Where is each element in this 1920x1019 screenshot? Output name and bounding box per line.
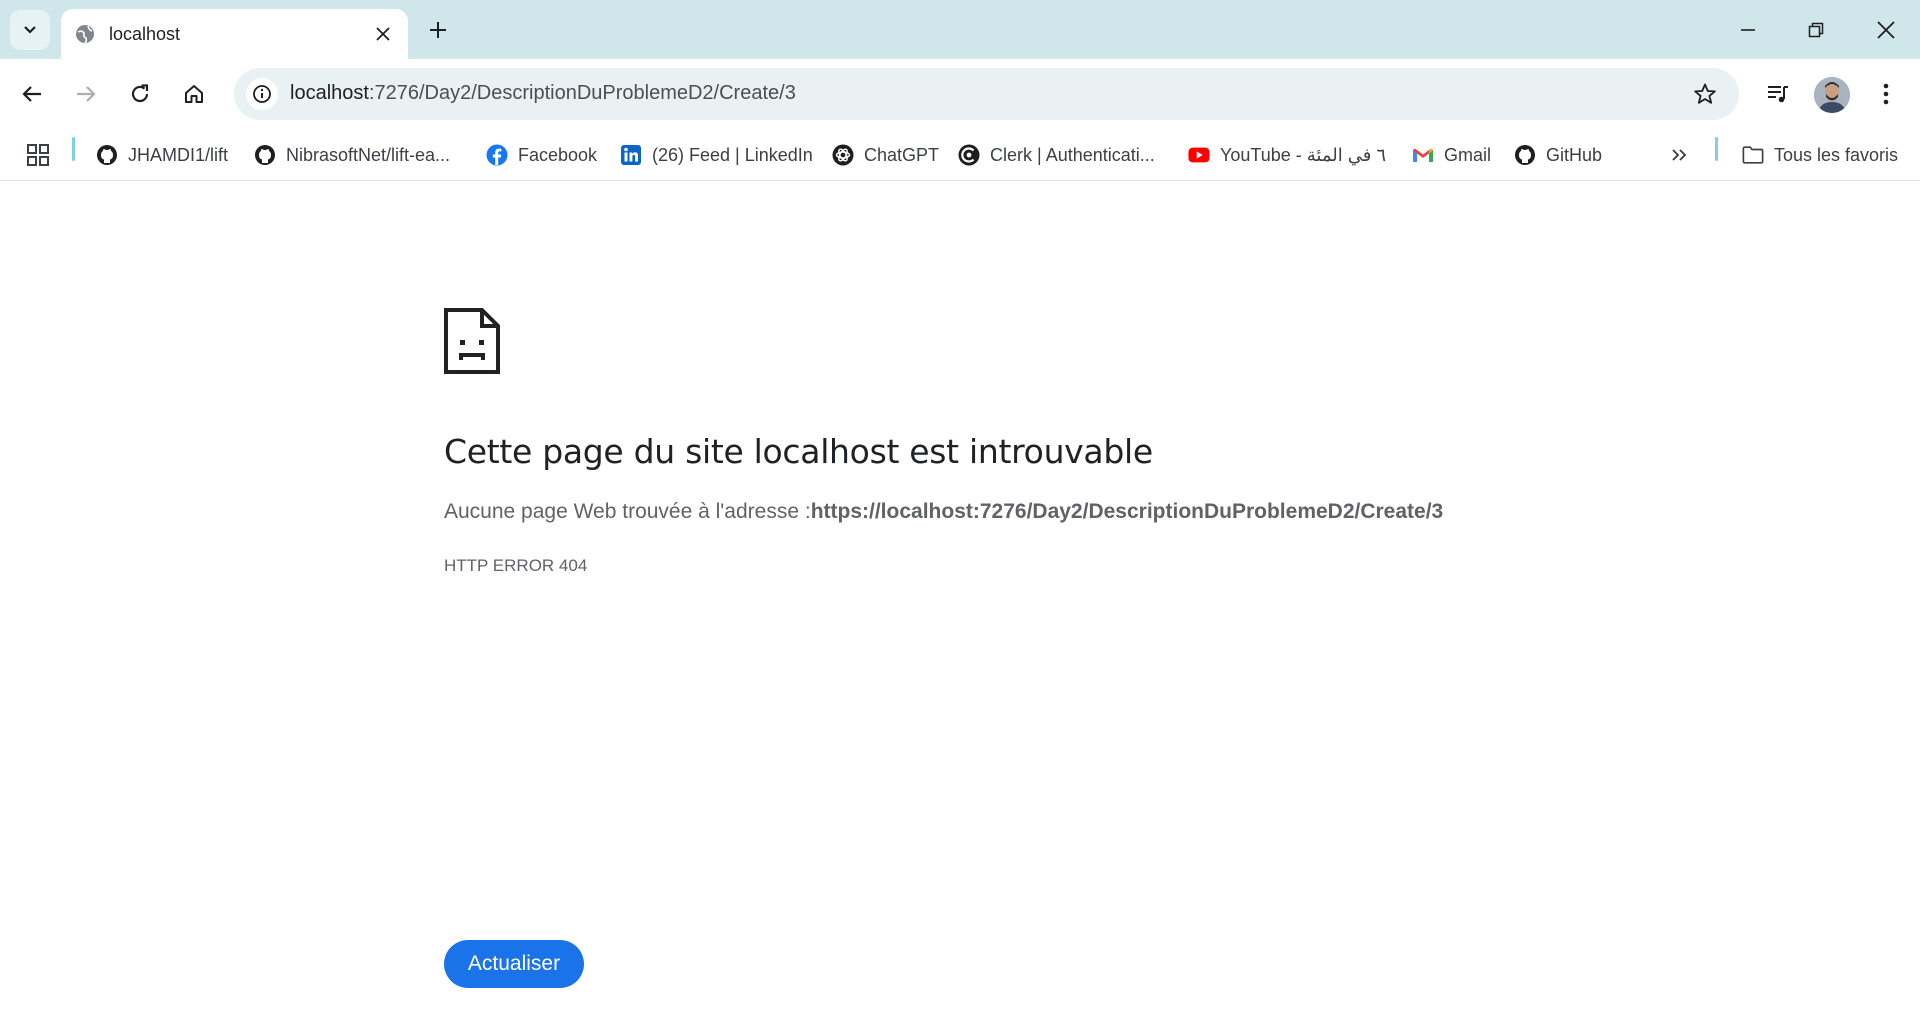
chevron-down-icon [24,26,36,34]
address-url[interactable]: localhost:7276/Day2/DescriptionDuProblem… [290,82,796,105]
bookmark-label: NibrasoftNet/lift-ea... [286,144,451,165]
bookmark-label: (26) Feed | LinkedIn [652,144,813,165]
bookmark-item[interactable]: GitHub [1514,139,1602,171]
restore-button[interactable] [1788,8,1844,52]
back-button[interactable] [12,74,52,114]
tab-title: localhost [109,23,181,44]
error-code: HTTP ERROR 404 [444,556,588,575]
restore-icon [1808,22,1824,38]
chatgpt-icon [832,144,854,166]
error-message: Aucune page Web trouvée à l'adresse :htt… [444,500,1443,524]
url-path: :7276/Day2/DescriptionDuProblemeD2/Creat… [368,82,796,104]
clerk-icon [958,144,980,166]
apps-button[interactable] [26,139,50,171]
bookmark-label: Gmail [1444,144,1492,165]
gmail-icon [1412,144,1434,166]
bookmarks-separator [1715,137,1718,161]
bookmark-item[interactable]: Facebook [486,139,597,171]
bookmark-label: YouTube - ٦ في المئة [1220,144,1386,165]
bookmark-star-button[interactable] [1691,80,1719,108]
bookmark-item[interactable]: (26) Feed | LinkedIn [620,139,813,171]
bookmark-label: Clerk | Authenticati... [990,144,1155,165]
bookmark-label: JHAMDI1/lift [128,144,229,165]
bookmark-item[interactable]: JHAMDI1/lift [96,139,228,171]
bookmark-item[interactable]: NibrasoftNet/lift-ea... [254,139,450,171]
bookmark-item[interactable]: Clerk | Authenticati... [958,139,1155,171]
address-bar[interactable]: localhost:7276/Day2/DescriptionDuProblem… [234,68,1739,120]
more-bookmarks-button[interactable] [1670,139,1688,171]
playlist-music-icon [1768,86,1788,103]
home-icon [185,85,203,103]
bookmark-label: GitHub [1546,144,1603,165]
close-icon [1877,21,1895,39]
browser-menu-button[interactable] [1866,74,1906,114]
tab-search-button[interactable] [10,10,50,50]
bookmarks-bar: JHAMDI1/lift NibrasoftNet/lift-ea... Fac… [0,130,1920,181]
media-controls-button[interactable] [1758,74,1798,114]
minimize-icon [1741,29,1755,31]
plus-icon [430,22,446,38]
folder-icon [1742,144,1764,166]
close-window-button[interactable] [1858,8,1914,52]
github-icon [254,144,276,166]
profile-avatar[interactable] [1814,77,1850,113]
error-title: Cette page du site localhost est introuv… [444,432,1153,471]
bookmark-item[interactable]: YouTube - ٦ في المئة [1188,139,1386,171]
star-icon [1694,83,1716,104]
forward-button[interactable] [66,74,106,114]
bookmark-label: ChatGPT [864,144,940,165]
bookmark-item[interactable]: ChatGPT [832,139,939,171]
linkedin-icon [620,144,642,166]
tab-close-icon[interactable] [368,19,398,49]
bookmarks-separator [72,137,75,161]
site-info-button[interactable] [246,78,278,110]
home-button[interactable] [174,74,214,114]
toolbar: localhost:7276/Day2/DescriptionDuProblem… [0,59,1920,130]
arrow-left-icon [22,86,41,102]
all-bookmarks-label: Tous les favoris [1774,144,1899,165]
reload-page-button[interactable]: Actualiser [444,940,584,988]
error-url: https://localhost:7276/Day2/DescriptionD… [810,500,1444,523]
new-tab-button[interactable] [422,14,454,46]
github-icon [1514,144,1536,166]
double-chevron-right-icon [1672,149,1687,161]
youtube-icon [1188,144,1210,166]
all-bookmarks-folder[interactable]: Tous les favoris [1742,139,1898,171]
sad-page-icon [444,308,500,374]
active-tab[interactable]: localhost [61,9,408,59]
globe-icon [73,22,97,46]
bookmark-label: Facebook [518,144,598,165]
minimize-button[interactable] [1720,8,1776,52]
user-avatar-icon [1814,77,1850,113]
apps-grid-icon [27,144,49,166]
tab-strip: localhost [0,0,1920,59]
bookmark-item[interactable]: Gmail [1412,139,1491,171]
facebook-icon [486,144,508,166]
url-host: localhost [290,82,369,104]
more-vertical-icon [1883,83,1889,105]
github-icon [96,144,118,166]
error-message-prefix: Aucune page Web trouvée à l'adresse : [444,500,811,523]
reload-button[interactable] [120,74,160,114]
arrow-right-icon [77,86,96,102]
info-icon [253,85,271,103]
reload-icon [131,84,149,103]
